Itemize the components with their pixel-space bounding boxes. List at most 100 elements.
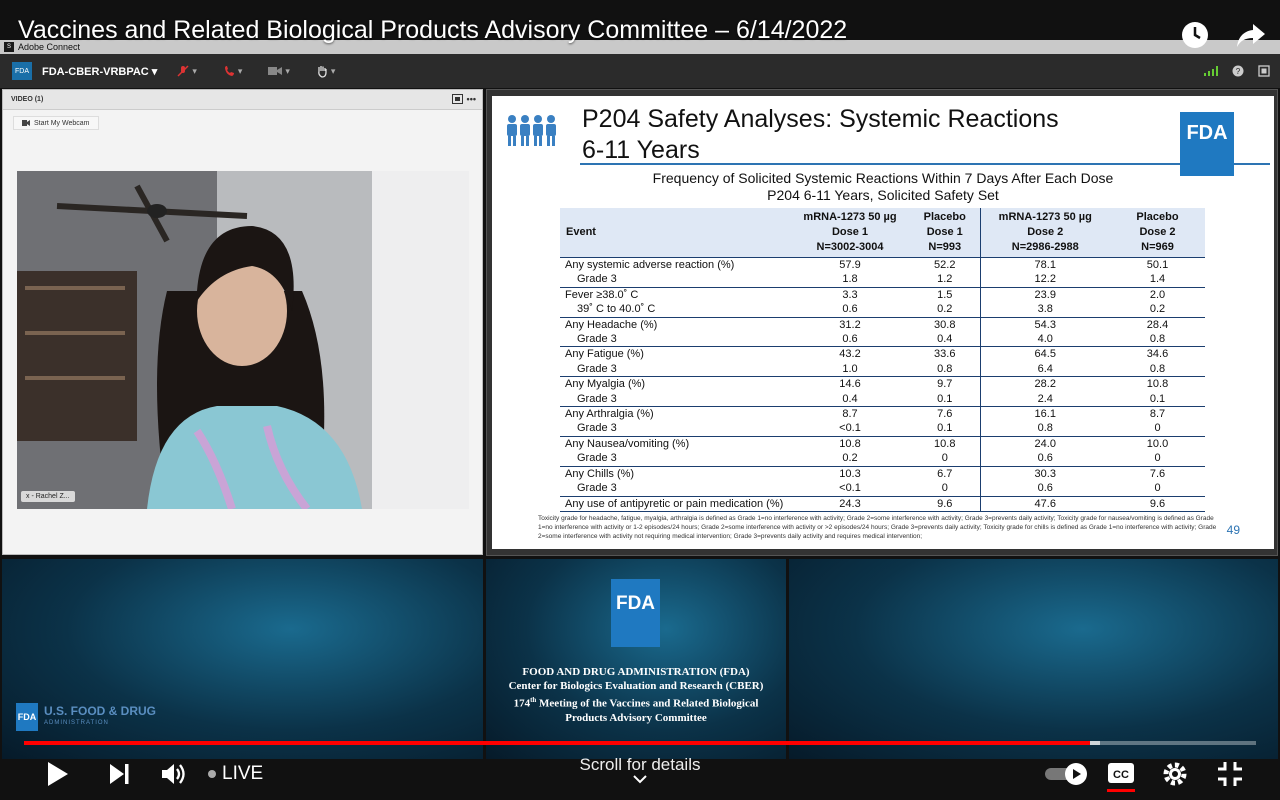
row-event-label: Any Chills (%) [565, 467, 635, 480]
chevron-down-icon [633, 775, 647, 784]
row-event-label: Any Nausea/vomiting (%) [565, 437, 690, 450]
row-value: 0.6 [790, 332, 910, 348]
camera-menu[interactable]: ▾ [268, 66, 290, 77]
captions-button[interactable]: CC [1106, 760, 1136, 794]
fullscreen-toggle-icon[interactable] [1258, 65, 1270, 77]
row-value: 78.1 [979, 257, 1110, 273]
bottom-left-tile: FDA U.S. FOOD & DRUG ADMINISTRATION [2, 559, 483, 759]
table-body: Any systemic adverse reaction (%) 57.9 52.… [560, 257, 1205, 512]
table-row: Any Fatigue (%) 43.2 33.6 64.5 34.6 [560, 346, 1205, 362]
row-event-label: Any Headache (%) [565, 318, 658, 331]
play-button[interactable] [44, 760, 70, 788]
table-row: Grade 3 0.2 0 0.6 0 [560, 451, 1205, 467]
microphone-menu[interactable]: ▾ [177, 65, 197, 77]
row-event-label: Grade 3 [560, 451, 790, 467]
row-value: 30.8 [934, 318, 956, 331]
header-col-4: Placebo Dose 2 N=969 [1110, 208, 1205, 258]
progress-buffer [1090, 741, 1100, 745]
table-row: Grade 3 1.0 0.8 6.4 0.8 [560, 361, 1205, 378]
phone-menu[interactable]: ▾ [223, 65, 242, 77]
participant-video [17, 171, 469, 509]
table-row: Any Headache (%) 31.2 30.8 54.3 28.4 [560, 317, 1205, 333]
row-value: 64.5 [979, 346, 1110, 362]
volume-button[interactable] [160, 760, 188, 788]
autoplay-toggle[interactable] [1044, 762, 1090, 786]
table-row: Any Myalgia (%) 14.6 9.7 28.2 10.8 [560, 376, 1205, 392]
table-row: Any systemic adverse reaction (%) 57.9 52.… [560, 257, 1205, 273]
row-value: 0.2 [790, 451, 910, 467]
row-value: 4.0 [979, 332, 1110, 348]
screen: Vaccines and Related Biological Products… [0, 0, 1280, 800]
row-value: 16.1 [979, 406, 1110, 422]
row-event-label: Any Fatigue (%) [565, 348, 644, 361]
row-value: 7.6 [937, 408, 953, 421]
next-button[interactable] [108, 760, 132, 788]
row-value: 10.8 [1146, 378, 1169, 391]
progress-bar[interactable] [24, 741, 1256, 745]
video-pod: VIDEO (1) ••• Start My Webcam x - Rachel… [2, 89, 483, 555]
table-row: Fever ≥38.0˚ C 3.3 1.5 23.9 2.0 [560, 287, 1205, 303]
table-row: Any Arthralgia (%) 8.7 7.6 16.1 8.7 [560, 406, 1205, 422]
row-value: <0.1 [790, 421, 910, 437]
watch-later-icon[interactable] [1178, 18, 1212, 52]
scroll-for-details[interactable]: Scroll for details [520, 755, 760, 784]
fullscreen-button[interactable] [1216, 760, 1244, 788]
phone-muted-icon [224, 66, 234, 76]
share-pod: P204 Safety Analyses: Systemic Reactions… [486, 89, 1278, 556]
table-row: Any use of antipyretic or pain medicatio… [560, 496, 1205, 512]
row-event-label: Grade 3 [560, 272, 790, 288]
row-value: 0.8 [1110, 361, 1205, 378]
room-menu[interactable]: FDA-CBER-VRBPAC ▾ [42, 65, 157, 78]
row-value: 3.8 [979, 302, 1110, 318]
share-icon[interactable] [1234, 18, 1268, 52]
room-logo: FDA [12, 62, 32, 80]
row-event-label: Any use of antipyretic or pain medicatio… [560, 496, 790, 512]
row-event-label: Grade 3 [560, 391, 790, 408]
table-header-row: Event mRNA-1273 50 µg Dose 1 N=3002-3004 P… [560, 208, 1205, 258]
slide-footnote: Toxicity grade for headache, fatigue, my… [538, 515, 1217, 540]
help-icon[interactable]: ? [1232, 65, 1244, 77]
pod-menu-icon[interactable]: ••• [467, 94, 476, 104]
microphone-muted-icon [177, 65, 189, 77]
header-col-3: mRNA-1273 50 µg Dose 2 N=2986-2988 [979, 208, 1110, 258]
slide-title: P204 Safety Analyses: Systemic Reactions… [582, 104, 1059, 166]
row-value: 10.0 [1146, 437, 1169, 450]
row-value: 0.8 [979, 421, 1110, 437]
row-value: 1.8 [790, 272, 910, 288]
pod-fullscreen-icon[interactable] [451, 94, 463, 104]
row-value: 50.1 [1146, 259, 1169, 271]
table-row: Grade 3 <0.1 0.1 0.8 0 [560, 421, 1205, 437]
room-name: FDA-CBER-VRBPAC [42, 65, 149, 78]
row-value: 8.7 [1149, 408, 1166, 421]
row-value: 0.4 [910, 332, 980, 348]
presentation-slide: P204 Safety Analyses: Systemic Reactions… [492, 96, 1274, 549]
start-webcam-button[interactable]: Start My Webcam [13, 116, 99, 130]
row-value: 1.0 [790, 361, 910, 378]
row-value: 9.7 [937, 378, 953, 391]
row-value: 0 [910, 451, 980, 467]
top-actions [1178, 18, 1268, 52]
row-value: 1.5 [937, 288, 953, 301]
fda-wordmark: FDA U.S. FOOD & DRUG ADMINISTRATION [16, 703, 156, 731]
row-value: 34.6 [1146, 348, 1169, 361]
row-value: 1.4 [1110, 272, 1205, 288]
video-pod-title: VIDEO (1) [11, 96, 44, 103]
raise-hand-menu[interactable]: ▾ [316, 65, 335, 78]
slide-title-line1: P204 Safety Analyses: Systemic Reactions [582, 105, 1059, 133]
row-value: 2.4 [979, 391, 1110, 408]
video-title[interactable]: Vaccines and Related Biological Products… [18, 16, 847, 45]
meeting-info-line1: FOOD AND DRUG ADMINISTRATION (FDA) [522, 666, 750, 678]
live-badge[interactable]: LIVE [208, 763, 263, 785]
row-value: 31.2 [839, 318, 861, 331]
settings-button[interactable] [1161, 760, 1189, 788]
fda-wordmark-title: U.S. FOOD & DRUG [44, 704, 157, 718]
meeting-info-line3: 174th Meeting of the Vaccines and Relate… [513, 696, 759, 710]
meeting-info-line2: Center for Biologics Evaluation and Rese… [508, 680, 764, 692]
row-event-label: Any systemic adverse reaction (%) [565, 259, 735, 271]
row-value: 0 [1110, 481, 1205, 497]
bottom-right-tile [789, 559, 1278, 759]
row-value: 9.6 [910, 496, 980, 512]
row-value: 8.7 [842, 408, 858, 421]
people-icon [506, 114, 556, 148]
toolbar-right: ? [1204, 54, 1270, 88]
